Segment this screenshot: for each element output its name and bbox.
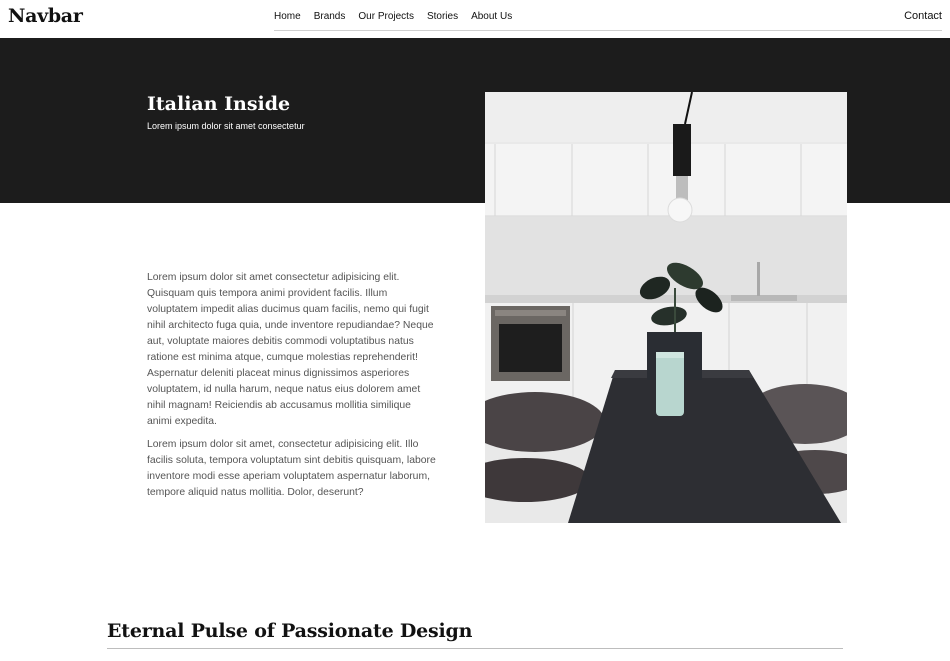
hero-subtitle: Lorem ipsum dolor sit amet consectetur: [147, 121, 305, 131]
nav-link-stories[interactable]: Stories: [427, 11, 458, 22]
body-text: Lorem ipsum dolor sit amet consectetur a…: [147, 270, 437, 508]
nav-link-brands[interactable]: Brands: [314, 11, 346, 22]
section-title: Eternal Pulse of Passionate Design: [107, 620, 473, 642]
navbar-brand[interactable]: Navbar: [8, 5, 83, 27]
body-paragraph: Lorem ipsum dolor sit amet consectetur a…: [147, 272, 434, 427]
kitchen-image: [485, 92, 847, 523]
body-paragraph: Lorem ipsum dolor sit amet, consectetur …: [147, 439, 436, 498]
nav-link-home[interactable]: Home: [274, 11, 301, 22]
nav-link-contact[interactable]: Contact: [904, 10, 942, 22]
nav-links: Home Brands Our Projects Stories About U…: [274, 0, 942, 31]
navbar: Navbar Home Brands Our Projects Stories …: [0, 0, 950, 38]
nav-link-about-us[interactable]: About Us: [471, 11, 512, 22]
hero-title: Italian Inside: [147, 93, 291, 115]
section-divider: [107, 648, 843, 649]
nav-link-our-projects[interactable]: Our Projects: [358, 11, 414, 22]
